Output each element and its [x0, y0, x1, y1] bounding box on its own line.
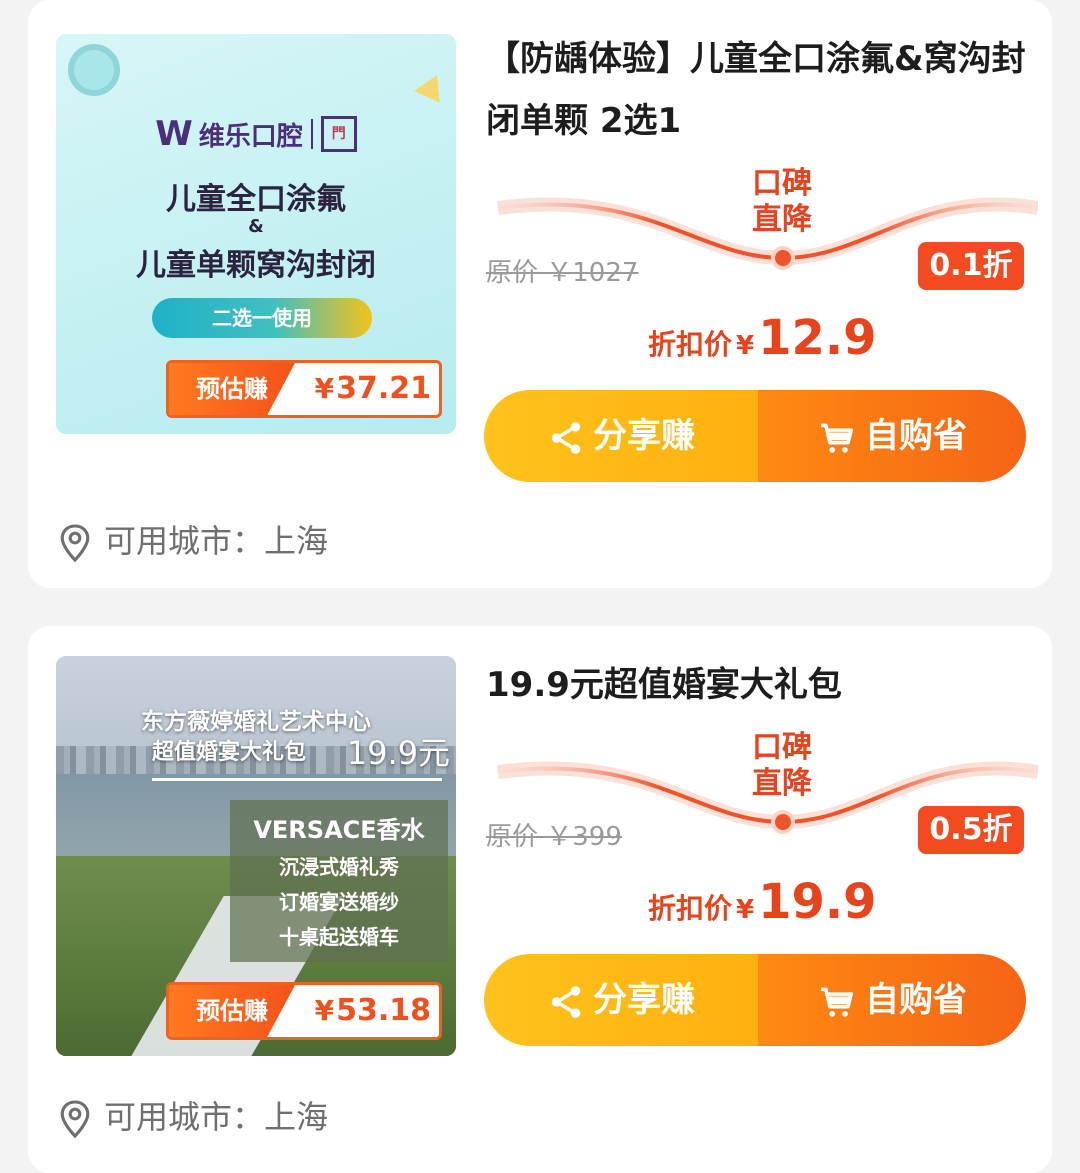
discount-badge: 0.1折: [918, 242, 1024, 290]
divider: [152, 778, 442, 781]
estimated-earning-label: 预估赚: [169, 985, 295, 1037]
action-buttons: 分享赚 自购省: [484, 390, 1026, 482]
share-icon: [551, 985, 581, 1018]
self-buy-button[interactable]: 自购省: [758, 954, 1026, 1046]
image-subheadline: 超值婚宴大礼包: [152, 740, 307, 765]
action-buttons: 分享赚 自购省: [484, 954, 1026, 1046]
image-headline: 儿童全口涂氟: [166, 182, 346, 217]
discount-price: 折扣价 ¥19.9: [648, 874, 877, 930]
product-card[interactable]: 东方薇婷婚礼艺术中心 超值婚宴大礼包 19.9元 VERSACE香水 沉浸式婚礼…: [28, 626, 1052, 1173]
original-price: 原价 ￥1027: [486, 258, 639, 288]
location-pin-icon: [60, 1100, 90, 1139]
product-image[interactable]: W 维乐口腔門 儿童全口涂氟 & 儿童单颗窝沟封闭 二选一使用 预估赚 ¥37.2…: [56, 34, 456, 434]
image-ampersand: &: [248, 216, 264, 237]
promo-box: VERSACE香水 沉浸式婚礼秀 订婚宴送婚纱 十桌起送婚车: [230, 800, 448, 962]
product-image[interactable]: 东方薇婷婚礼艺术中心 超值婚宴大礼包 19.9元 VERSACE香水 沉浸式婚礼…: [56, 656, 456, 1056]
wave-label-top: 口碑: [752, 166, 812, 201]
share-earn-button[interactable]: 分享赚: [484, 954, 758, 1046]
wave-label-bottom: 直降: [752, 202, 812, 237]
decor-triangle: [414, 69, 450, 103]
estimated-earning-value: ¥37.21: [314, 371, 431, 406]
cart-icon: [821, 987, 853, 1017]
brand-logo: W 维乐口腔門: [56, 114, 456, 154]
available-city: 可用城市：上海: [58, 516, 328, 563]
estimated-earning-tag: 预估赚 ¥37.21: [166, 360, 442, 418]
image-price: 19.9元: [346, 734, 450, 772]
original-price: 原价 ￥399: [486, 822, 622, 852]
location-pin-icon: [60, 524, 90, 563]
product-title[interactable]: 【防龋体验】儿童全口涂氟&窝沟封闭单颗 2选1: [486, 28, 1046, 152]
product-card[interactable]: W 维乐口腔門 儿童全口涂氟 & 儿童单颗窝沟封闭 二选一使用 预估赚 ¥37.2…: [28, 0, 1052, 588]
share-earn-button[interactable]: 分享赚: [484, 390, 758, 482]
estimated-earning-value: ¥53.18: [314, 993, 431, 1028]
self-buy-button[interactable]: 自购省: [758, 390, 1026, 482]
available-city: 可用城市：上海: [58, 1092, 328, 1139]
decor-circle: [68, 44, 120, 96]
usage-pill: 二选一使用: [152, 298, 372, 338]
discount-price: 折扣价 ¥12.9: [648, 310, 877, 366]
image-subheadline: 儿童单颗窝沟封闭: [136, 248, 376, 283]
wave-label-bottom: 直降: [752, 766, 812, 801]
cart-icon: [821, 423, 853, 453]
wave-label-top: 口碑: [752, 730, 812, 765]
estimated-earning-label: 预估赚: [169, 363, 295, 415]
product-title[interactable]: 19.9元超值婚宴大礼包: [486, 654, 1046, 716]
estimated-earning-tag: 预估赚 ¥53.18: [166, 982, 442, 1040]
share-icon: [551, 421, 581, 454]
discount-badge: 0.5折: [918, 806, 1024, 854]
